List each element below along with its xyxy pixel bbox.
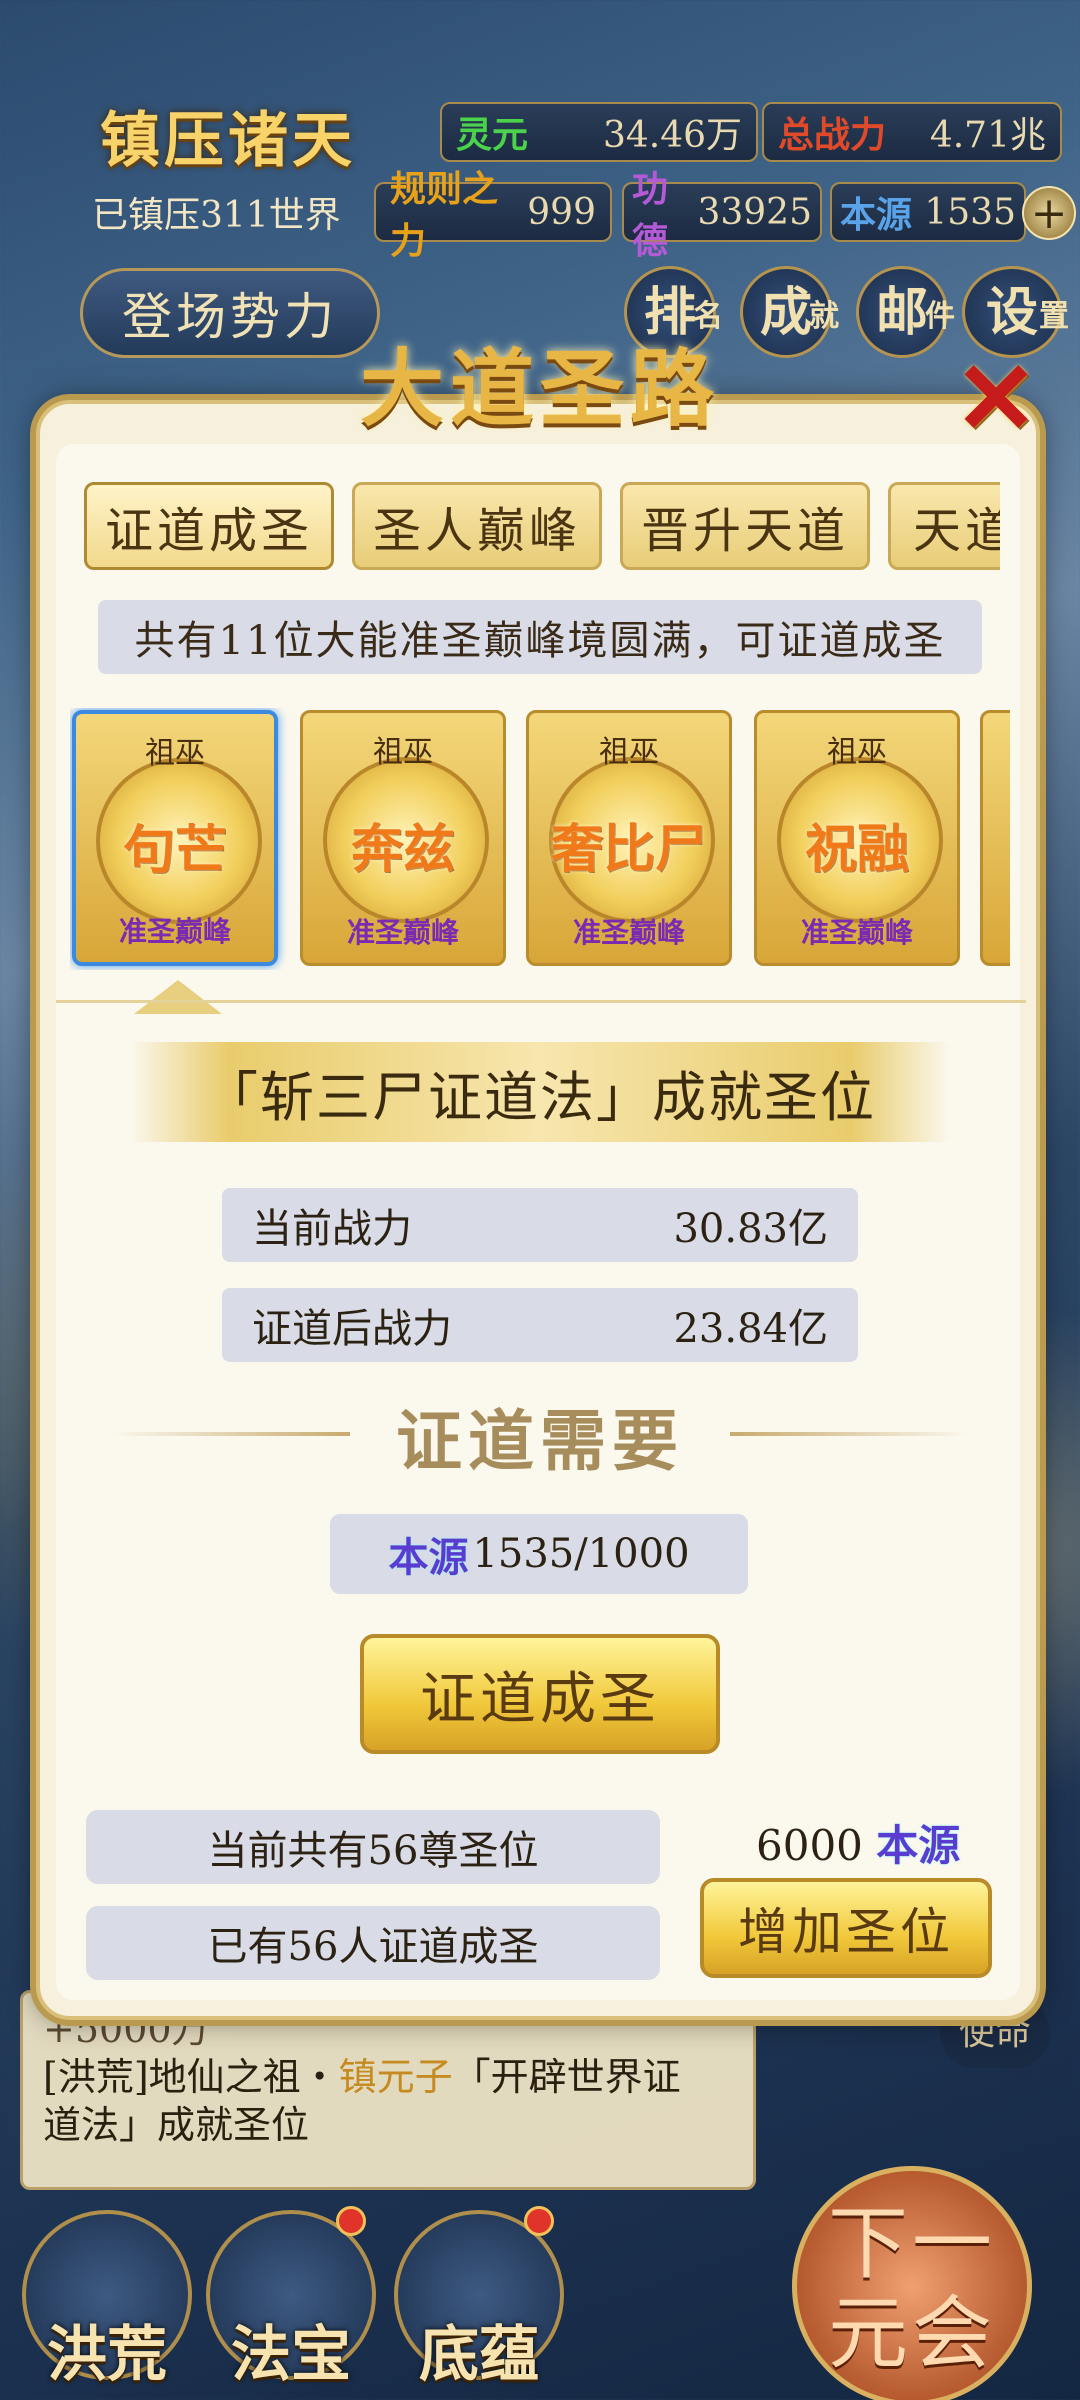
stat-value: 33925	[697, 191, 812, 233]
mail-sub-label: 件	[925, 299, 955, 334]
resource-requirement: 本源 1535/1000	[330, 1514, 748, 1594]
achievement-button[interactable]: 成 就	[740, 266, 839, 358]
settings-sub-label: 置	[1039, 299, 1069, 334]
notification-dot	[524, 2206, 554, 2236]
game-title: 镇压诸天	[100, 106, 356, 176]
achievement-icon: 成	[759, 282, 812, 343]
origin-resource-icon: 本源	[388, 1534, 469, 1581]
tab-saint-peak[interactable]: 圣人巅峰	[352, 482, 602, 570]
card-tag: 祖巫	[827, 735, 887, 770]
stat-total-power: 总战力 4.71兆	[762, 102, 1062, 162]
log-suffix: 「开辟世界证	[452, 2055, 681, 2099]
proven-saint-count: 已有56人证道成圣	[86, 1906, 660, 1980]
modal-title: 大道圣路	[359, 339, 720, 438]
mail-button[interactable]: 邮 件	[856, 266, 955, 358]
next-era-button[interactable]: 下一 元会	[792, 2166, 1032, 2400]
resource-amount: 1535/1000	[472, 1531, 690, 1577]
eligible-info-bar: 共有11位大能准圣巅峰境圆满，可证道成圣	[98, 600, 982, 674]
saint-seat-count: 当前共有56尊圣位	[86, 1810, 660, 1884]
card-name: 祝融	[804, 819, 909, 880]
treasure-label: 法宝	[231, 2320, 351, 2390]
card-name: 奢比尸	[550, 819, 707, 880]
card-rank: 准圣巅峰	[118, 915, 231, 948]
card-tag: 祖巫	[145, 736, 205, 771]
stat-label: 灵元	[456, 114, 529, 156]
achievement-sub-label: 就	[809, 299, 839, 334]
prove-dao-button[interactable]: 证道成圣	[360, 1634, 720, 1754]
add-resource-button[interactable]: +	[1022, 186, 1076, 240]
event-log-panel: +5000万 [洪荒]地仙之祖・镇元子「开辟世界证 道法」成就圣位	[20, 1990, 756, 2190]
stat-value: 1535	[924, 191, 1016, 233]
requirements-title: 证道需要	[396, 1402, 684, 1480]
stat-rule-power: 规则之力 999	[374, 168, 612, 262]
candidate-card[interactable]: 祖巫 句芒 准圣巅峰	[72, 710, 278, 966]
tab-heaven-dao[interactable]: 天道	[888, 482, 1000, 570]
primordial-label: 洪荒	[47, 2320, 167, 2390]
ornament-line-left	[110, 1432, 350, 1436]
current-power-row: 当前战力 30.83亿	[222, 1188, 858, 1262]
card-rank: 准圣巅峰	[572, 916, 685, 949]
candidate-card-list: 祖巫 句芒 准圣巅峰 祖巫 奔兹 准圣巅峰 祖巫 奢比尸 准圣巅峰 祖巫 祝融 …	[70, 708, 1010, 970]
settings-icon: 设	[985, 282, 1038, 343]
candidate-card[interactable]: 祖巫 奢比尸 准圣巅峰	[526, 710, 732, 966]
stat-label: 规则之力	[390, 168, 499, 262]
modal-tabs: 证道成圣 圣人巅峰 晋升天道 天道	[84, 482, 1000, 572]
card-name: 奔兹	[350, 819, 455, 880]
log-line-1: [洪荒]地仙之祖・镇元子「开辟世界证	[43, 2053, 733, 2101]
card-name: 句芒	[122, 820, 227, 881]
card-rank: 准圣巅峰	[800, 916, 913, 949]
log-prefix: [洪荒]地仙之祖・	[43, 2055, 339, 2099]
cost-value: 6000	[756, 1821, 863, 1870]
stat-label: 功德	[632, 168, 669, 262]
tab-ascend-heaven[interactable]: 晋升天道	[620, 482, 870, 570]
stat-merit: 功德 33925	[622, 168, 822, 262]
next-era-line1: 下一	[828, 2197, 996, 2290]
stat-value: 34.46万	[602, 115, 742, 156]
current-power-value: 30.83亿	[673, 1206, 828, 1252]
add-saint-seat-button[interactable]: 增加圣位	[700, 1878, 992, 1978]
stat-label: 总战力	[778, 114, 887, 156]
card-tag: 祖巫	[373, 735, 433, 770]
log-highlight-name: 镇元子	[338, 2055, 453, 2099]
stat-lingyuan: 灵元 34.46万	[440, 102, 758, 162]
candidate-card[interactable]: 祖巫 祝融 准圣巅峰	[754, 710, 960, 966]
card-tag: 祖巫	[599, 735, 659, 770]
heritage-label: 底蕴	[419, 2320, 539, 2390]
current-power-label: 当前战力	[252, 1206, 412, 1252]
candidate-card[interactable]: 祖巫 奔兹 准圣巅峰	[300, 710, 506, 966]
selection-pointer-icon	[134, 980, 222, 1014]
after-power-row: 证道后战力 23.84亿	[222, 1288, 858, 1362]
add-seat-cost: 6000 本源	[756, 1812, 960, 1873]
origin-resource-icon: 本源	[876, 1821, 961, 1870]
stat-value: 999	[527, 191, 596, 233]
card-rank: 准圣巅峰	[346, 916, 459, 949]
section-divider	[56, 1000, 1026, 1003]
close-button[interactable]: ✕	[952, 348, 1040, 448]
mail-icon: 邮	[875, 282, 928, 343]
candidate-card-partial[interactable]	[980, 710, 1010, 966]
stat-origin: 本源 1535	[830, 182, 1026, 242]
stat-label: 本源	[840, 194, 913, 236]
active-forces-button[interactable]: 登场势力	[80, 268, 380, 358]
tab-prove-dao[interactable]: 证道成圣	[84, 482, 334, 570]
after-power-value: 23.84亿	[673, 1306, 828, 1352]
suppressed-world-count: 已镇压311世界	[92, 195, 341, 236]
log-line-2: 道法」成就圣位	[43, 2103, 310, 2147]
next-era-line2: 元会	[828, 2287, 996, 2380]
method-banner: 「斩三尸证道法」成就圣位	[130, 1042, 950, 1142]
ornament-line-right	[730, 1432, 970, 1436]
after-power-label: 证道后战力	[252, 1306, 452, 1352]
notification-dot	[336, 2206, 366, 2236]
stat-value: 4.71兆	[929, 115, 1046, 156]
